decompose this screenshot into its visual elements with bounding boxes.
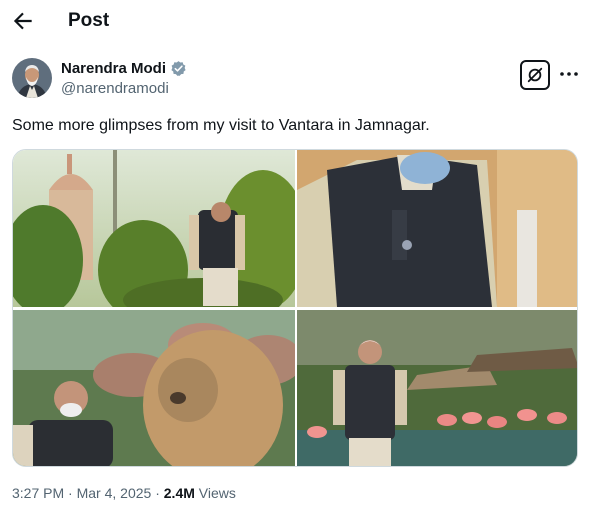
author-handle[interactable]: @narendramodi <box>61 80 169 97</box>
avatar[interactable] <box>12 58 52 98</box>
photo-2[interactable] <box>297 150 577 307</box>
back-arrow-icon[interactable] <box>10 8 36 34</box>
verified-badge-icon[interactable] <box>170 60 187 77</box>
tweet-text: Some more glimpses from my visit to Vant… <box>12 117 430 134</box>
grok-icon[interactable] <box>520 60 550 90</box>
top-bar: Post <box>0 0 589 44</box>
views-label: Views <box>198 485 236 501</box>
meta-separator: · <box>68 485 73 501</box>
tweet-time[interactable]: 3:27 PM <box>12 485 64 501</box>
more-options-icon[interactable] <box>558 66 580 82</box>
tweet-meta: 3:27 PM · Mar 4, 2025 · 2.4M Views <box>12 485 236 501</box>
photo-3[interactable] <box>13 310 295 466</box>
views-count[interactable]: 2.4M <box>164 485 195 501</box>
page-title: Post <box>68 10 110 31</box>
tweet-date[interactable]: Mar 4, 2025 <box>77 485 152 501</box>
meta-separator: · <box>155 485 160 501</box>
author-name-text[interactable]: Narendra Modi <box>61 60 166 77</box>
author-name[interactable]: Narendra Modi <box>61 60 187 77</box>
photo-1[interactable] <box>13 150 295 307</box>
media-grid <box>12 149 578 467</box>
photo-4[interactable] <box>297 310 577 466</box>
